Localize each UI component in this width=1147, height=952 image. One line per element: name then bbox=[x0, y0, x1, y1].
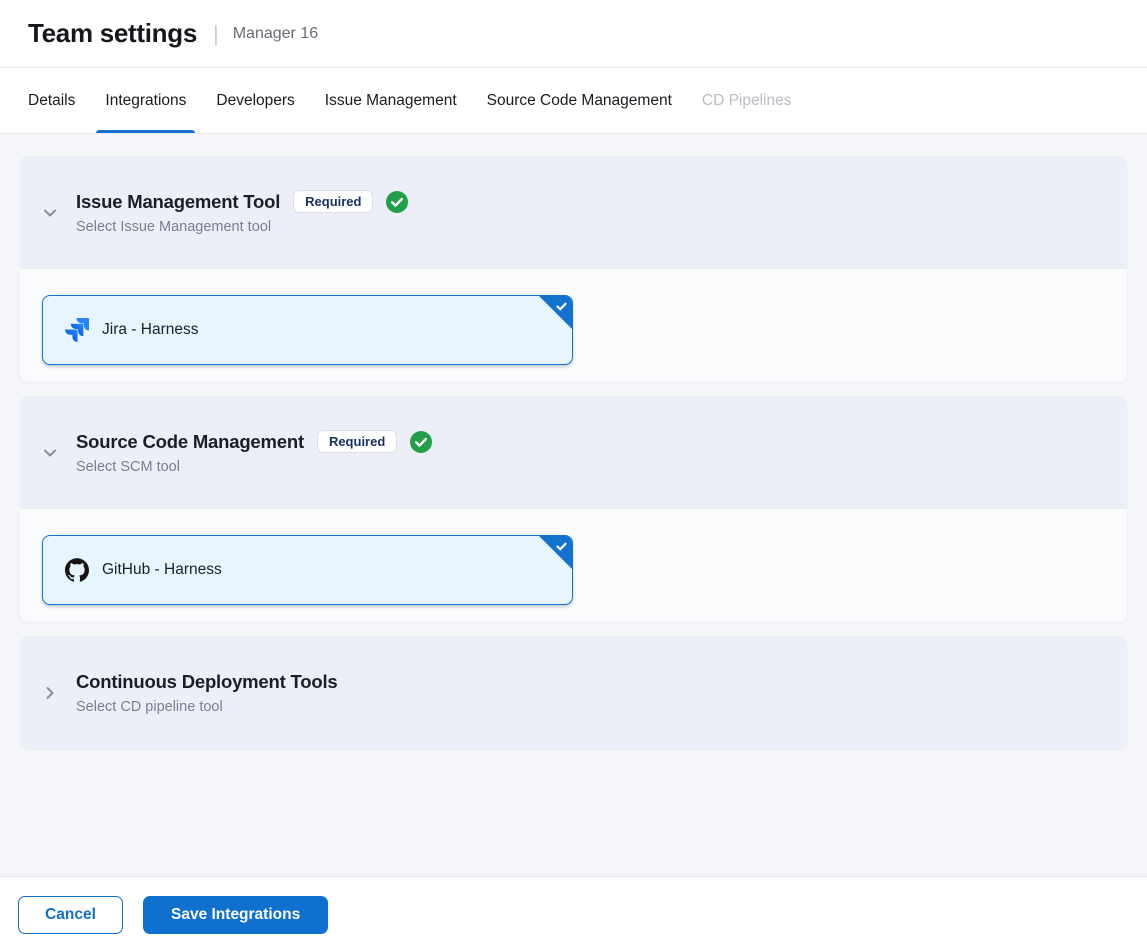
cancel-button[interactable]: Cancel bbox=[18, 896, 123, 934]
section-subtitle: Select SCM tool bbox=[76, 459, 432, 475]
tab-developers[interactable]: Developers bbox=[216, 68, 294, 133]
section-issue-management-tool: Issue Management Tool Required Select Is… bbox=[20, 156, 1127, 382]
integrations-content: Issue Management Tool Required Select Is… bbox=[0, 134, 1147, 876]
tab-details[interactable]: Details bbox=[28, 68, 75, 133]
section-subtitle: Select CD pipeline tool bbox=[76, 699, 337, 715]
section-title: Issue Management Tool bbox=[76, 191, 280, 213]
section-issue-management-header[interactable]: Issue Management Tool Required Select Is… bbox=[20, 156, 1127, 269]
chevron-right-icon[interactable] bbox=[41, 684, 59, 702]
github-icon bbox=[65, 558, 89, 582]
tool-card-label: Jira - Harness bbox=[102, 321, 198, 339]
section-title: Source Code Management bbox=[76, 431, 304, 453]
section-title: Continuous Deployment Tools bbox=[76, 671, 337, 693]
tool-card-jira-harness[interactable]: Jira - Harness bbox=[42, 295, 573, 365]
team-name-label: Manager 16 bbox=[233, 25, 318, 43]
section-continuous-deployment-tools: Continuous Deployment Tools Select CD pi… bbox=[20, 636, 1127, 749]
tab-bar: Details Integrations Developers Issue Ma… bbox=[0, 68, 1147, 134]
footer-action-bar: Cancel Save Integrations bbox=[0, 876, 1147, 952]
selected-check-icon bbox=[555, 300, 568, 313]
section-subtitle: Select Issue Management tool bbox=[76, 219, 408, 235]
tool-card-label: GitHub - Harness bbox=[102, 561, 222, 579]
section-complete-check-icon bbox=[386, 191, 408, 213]
required-badge: Required bbox=[293, 190, 373, 213]
tab-issue-management[interactable]: Issue Management bbox=[325, 68, 457, 133]
title-separator: | bbox=[213, 21, 219, 47]
section-issue-management-body: Jira - Harness bbox=[20, 269, 1127, 382]
section-scm-header[interactable]: Source Code Management Required Select S… bbox=[20, 396, 1127, 509]
section-cd-header[interactable]: Continuous Deployment Tools Select CD pi… bbox=[20, 636, 1127, 749]
tab-integrations[interactable]: Integrations bbox=[105, 68, 186, 133]
jira-icon bbox=[65, 318, 89, 342]
tab-cd-pipelines[interactable]: CD Pipelines bbox=[702, 68, 792, 133]
chevron-down-icon[interactable] bbox=[41, 204, 59, 222]
required-badge: Required bbox=[317, 430, 397, 453]
chevron-down-icon[interactable] bbox=[41, 444, 59, 462]
selected-check-icon bbox=[555, 540, 568, 553]
section-source-code-management: Source Code Management Required Select S… bbox=[20, 396, 1127, 622]
page-title: Team settings bbox=[28, 18, 197, 49]
save-integrations-button[interactable]: Save Integrations bbox=[143, 896, 328, 934]
page-header: Team settings | Manager 16 bbox=[0, 0, 1147, 68]
tab-source-code-management[interactable]: Source Code Management bbox=[487, 68, 672, 133]
section-scm-body: GitHub - Harness bbox=[20, 509, 1127, 622]
tool-card-github-harness[interactable]: GitHub - Harness bbox=[42, 535, 573, 605]
section-complete-check-icon bbox=[410, 431, 432, 453]
